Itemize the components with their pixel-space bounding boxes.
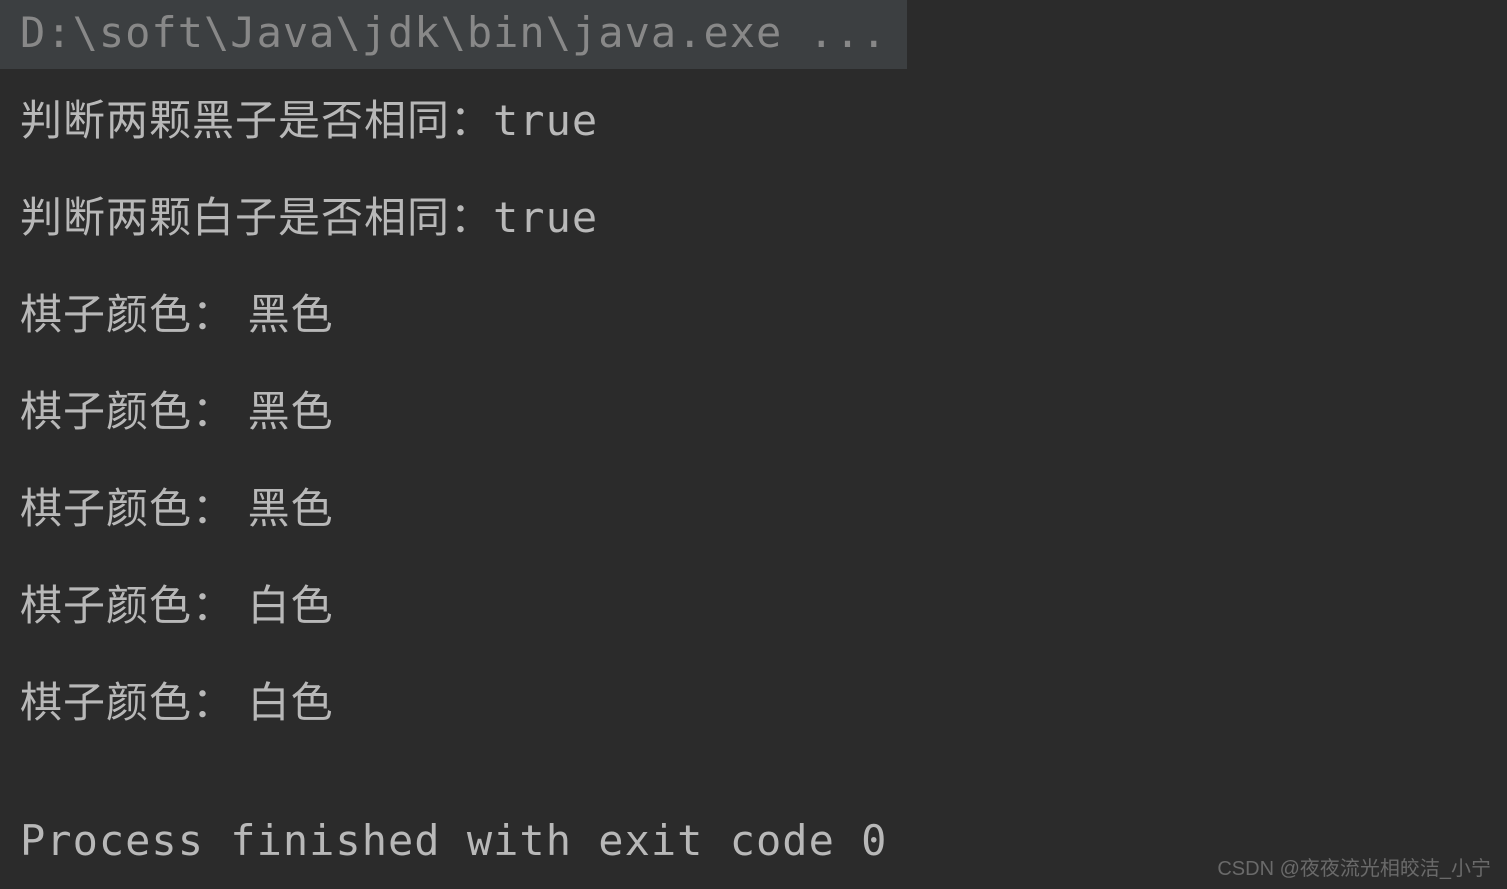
output-value: 白色 bbox=[248, 679, 334, 726]
output-value: true bbox=[493, 96, 598, 145]
output-label: 棋子颜色： bbox=[20, 291, 248, 338]
output-label: 棋子颜色： bbox=[20, 485, 248, 532]
output-label: 棋子颜色： bbox=[20, 582, 248, 629]
console-output: D:\soft\Java\jdk\bin\java.exe ... 判断两颗黑子… bbox=[0, 0, 1507, 883]
spacer bbox=[0, 748, 1507, 798]
output-line: 棋子颜色： 白色 bbox=[0, 554, 1507, 651]
output-line: 棋子颜色： 白色 bbox=[0, 651, 1507, 748]
output-label: 判断两颗黑子是否相同： bbox=[20, 97, 493, 144]
output-value: 黑色 bbox=[248, 485, 334, 532]
output-line: 棋子颜色： 黑色 bbox=[0, 263, 1507, 360]
command-line: D:\soft\Java\jdk\bin\java.exe ... bbox=[0, 0, 907, 69]
output-label: 判断两颗白子是否相同： bbox=[20, 194, 493, 241]
output-label: 棋子颜色： bbox=[20, 388, 248, 435]
output-value: 黑色 bbox=[248, 388, 334, 435]
output-value: 黑色 bbox=[248, 291, 334, 338]
output-line: 判断两颗白子是否相同：true bbox=[0, 166, 1507, 263]
output-label: 棋子颜色： bbox=[20, 679, 248, 726]
watermark: CSDN @夜夜流光相皎洁_小宁 bbox=[1217, 852, 1491, 881]
output-line: 棋子颜色： 黑色 bbox=[0, 457, 1507, 554]
output-value: true bbox=[493, 193, 598, 242]
output-line: 判断两颗黑子是否相同：true bbox=[0, 69, 1507, 166]
output-value: 白色 bbox=[248, 582, 334, 629]
output-line: 棋子颜色： 黑色 bbox=[0, 360, 1507, 457]
